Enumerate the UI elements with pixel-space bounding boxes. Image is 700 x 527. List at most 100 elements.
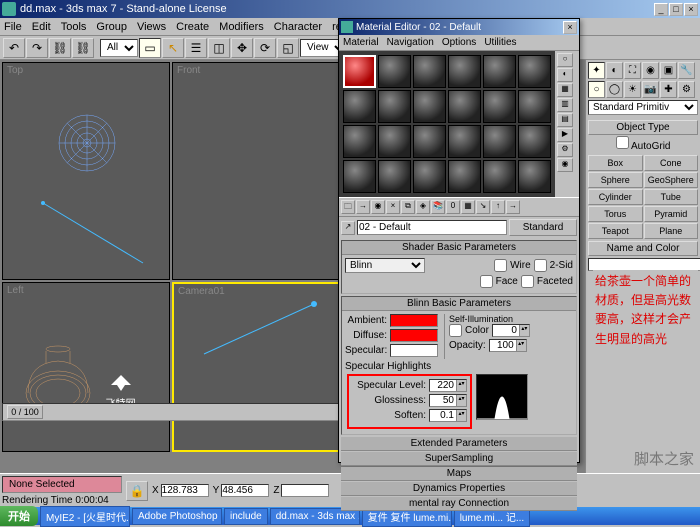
2sided-checkbox[interactable] <box>534 259 547 272</box>
sample-type-icon[interactable]: ○ <box>557 53 573 67</box>
tab-utilities[interactable]: 🔧 <box>678 62 695 79</box>
tab-motion[interactable]: ◉ <box>642 62 659 79</box>
taskbar-item-2[interactable]: Adobe Photoshop <box>132 508 222 525</box>
material-slot-7[interactable] <box>343 90 376 123</box>
material-slot-13[interactable] <box>343 125 376 158</box>
rotate-button[interactable]: ⟳ <box>254 38 276 58</box>
select-arrow-button[interactable]: ↖ <box>162 38 184 58</box>
redo-button[interactable]: ↷ <box>26 38 48 58</box>
btn-geosphere[interactable]: GeoSphere <box>644 172 699 188</box>
material-slot-21[interactable] <box>413 160 446 193</box>
material-slot-18[interactable] <box>518 125 551 158</box>
material-slot-23[interactable] <box>483 160 516 193</box>
menu-group[interactable]: Group <box>96 21 127 33</box>
material-slot-19[interactable] <box>343 160 376 193</box>
make-copy-icon[interactable]: ⧉ <box>401 200 415 214</box>
backlight-icon[interactable]: ◐ <box>557 68 573 82</box>
material-slot-1[interactable] <box>343 55 376 88</box>
geometry-category[interactable]: Standard Primitiv <box>588 100 698 115</box>
rollout-extended[interactable]: Extended Parameters <box>341 437 577 451</box>
menu-tools[interactable]: Tools <box>61 21 87 33</box>
get-material-icon[interactable]: 🗀 <box>341 200 355 214</box>
material-slot-20[interactable] <box>378 160 411 193</box>
taskbar-item-1[interactable]: MyIE2 - [火星时代... <box>40 506 130 527</box>
menu-file[interactable]: File <box>4 21 22 33</box>
shader-rollout-header[interactable]: Shader Basic Parameters <box>342 241 576 255</box>
put-to-scene-icon[interactable]: → <box>356 200 370 214</box>
material-slot-4[interactable] <box>448 55 481 88</box>
start-button[interactable]: 开始 <box>0 506 38 526</box>
subtab-cameras[interactable]: 📷 <box>642 81 659 98</box>
select-region-button[interactable]: ◫ <box>208 38 230 58</box>
move-button[interactable]: ✥ <box>231 38 253 58</box>
time-slider[interactable]: 0 / 100 <box>2 403 340 421</box>
mat-effects-icon[interactable]: 0 <box>446 200 460 214</box>
btn-box[interactable]: Box <box>588 155 643 171</box>
subtab-systems[interactable]: ⚙ <box>678 81 695 98</box>
selfillum-value[interactable] <box>493 325 519 336</box>
subtab-lights[interactable]: ☀ <box>624 81 641 98</box>
tab-hierarchy[interactable]: ⛶ <box>624 62 641 79</box>
show-map-icon[interactable]: ▦ <box>461 200 475 214</box>
material-slot-22[interactable] <box>448 160 481 193</box>
menu-edit[interactable]: Edit <box>32 21 51 33</box>
specular-level-input[interactable] <box>430 380 456 391</box>
scale-button[interactable]: ◱ <box>277 38 299 58</box>
material-slot-3[interactable] <box>413 55 446 88</box>
material-slot-5[interactable] <box>483 55 516 88</box>
minimize-button[interactable]: _ <box>654 3 668 16</box>
glossiness-input[interactable] <box>430 395 456 406</box>
link-button[interactable]: ⛓ <box>49 38 71 58</box>
autogrid-checkbox[interactable] <box>616 136 629 149</box>
btn-pyramid[interactable]: Pyramid <box>644 206 699 222</box>
tab-modify[interactable]: ◐ <box>606 62 623 79</box>
pick-icon[interactable]: ↗ <box>341 221 355 235</box>
btn-plane[interactable]: Plane <box>644 223 699 239</box>
selection-filter[interactable]: All <box>100 39 138 57</box>
coord-y[interactable] <box>221 484 269 497</box>
rollout-object-type[interactable]: Object Type <box>588 120 698 135</box>
blinn-rollout-header[interactable]: Blinn Basic Parameters <box>342 297 576 311</box>
go-parent-icon[interactable]: ↑ <box>491 200 505 214</box>
me-menu-material[interactable]: Material <box>343 37 379 48</box>
me-menu-navigation[interactable]: Navigation <box>387 37 434 48</box>
material-slot-8[interactable] <box>378 90 411 123</box>
material-slot-14[interactable] <box>378 125 411 158</box>
make-unique-icon[interactable]: ◈ <box>416 200 430 214</box>
specular-swatch[interactable] <box>390 344 438 357</box>
facemap-checkbox[interactable] <box>480 275 493 288</box>
btn-sphere[interactable]: Sphere <box>588 172 643 188</box>
make-preview-icon[interactable]: ▶ <box>557 128 573 142</box>
viewport-front[interactable]: Front <box>172 62 340 280</box>
assign-icon[interactable]: ◉ <box>371 200 385 214</box>
material-slot-2[interactable] <box>378 55 411 88</box>
material-type-button[interactable]: Standard <box>509 219 577 236</box>
tab-create[interactable]: ✦ <box>588 62 605 79</box>
menu-character[interactable]: Character <box>274 21 322 33</box>
shader-dropdown[interactable]: Blinn <box>345 258 425 273</box>
spinner-arrows-icon[interactable]: ▴▾ <box>516 340 526 351</box>
lock-icon[interactable]: 🔒 <box>126 481 148 501</box>
spinner-arrows-icon[interactable]: ▴▾ <box>519 325 529 336</box>
menu-create[interactable]: Create <box>176 21 209 33</box>
diffuse-swatch[interactable] <box>390 329 438 342</box>
material-slot-24[interactable] <box>518 160 551 193</box>
material-slot-16[interactable] <box>448 125 481 158</box>
select-button[interactable]: ▭ <box>139 38 161 58</box>
btn-tube[interactable]: Tube <box>644 189 699 205</box>
material-slot-12[interactable] <box>518 90 551 123</box>
viewport-top[interactable]: Top <box>2 62 170 280</box>
material-slot-10[interactable] <box>448 90 481 123</box>
btn-teapot[interactable]: Teapot <box>588 223 643 239</box>
close-button[interactable]: × <box>684 3 698 16</box>
mateditor-close[interactable]: × <box>563 21 577 34</box>
rollout-supersampling[interactable]: SuperSampling <box>341 452 577 466</box>
put-library-icon[interactable]: 📚 <box>431 200 445 214</box>
coord-z[interactable] <box>281 484 329 497</box>
selfillum-color-checkbox[interactable] <box>449 324 462 337</box>
btn-torus[interactable]: Torus <box>588 206 643 222</box>
material-slot-17[interactable] <box>483 125 516 158</box>
opacity-value[interactable] <box>490 340 516 351</box>
sample-uv-icon[interactable]: ▥ <box>557 98 573 112</box>
me-menu-options[interactable]: Options <box>442 37 476 48</box>
